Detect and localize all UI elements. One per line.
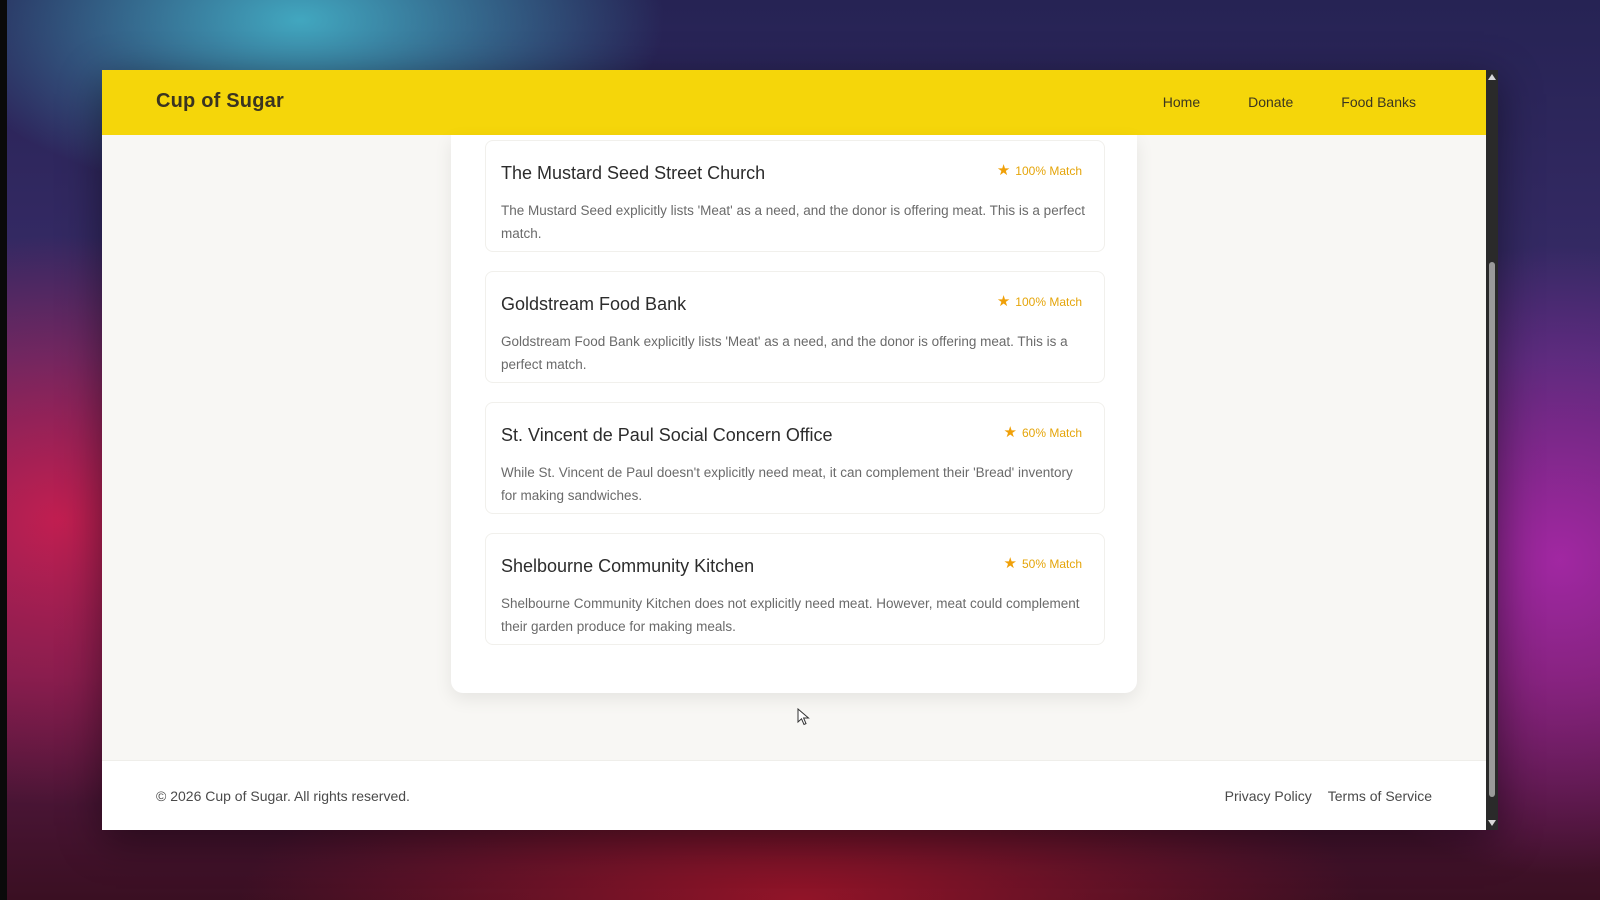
scroll-thumb[interactable]	[1489, 262, 1495, 797]
copyright-text: © 2026 Cup of Sugar. All rights reserved…	[156, 788, 410, 804]
main-content: The Mustard Seed Street Church ★ 100% Ma…	[102, 135, 1486, 830]
nav-donate-link[interactable]: Donate	[1248, 94, 1293, 110]
match-badge: ★ 60% Match	[1003, 424, 1082, 441]
food-bank-name: Goldstream Food Bank	[501, 294, 687, 314]
star-icon: ★	[996, 162, 1011, 179]
privacy-policy-link[interactable]: Privacy Policy	[1225, 788, 1312, 804]
food-bank-name: The Mustard Seed Street Church	[501, 163, 766, 183]
vertical-scrollbar[interactable]	[1486, 70, 1498, 830]
site-header: Cup of Sugar Home Donate Food Banks	[102, 70, 1486, 135]
match-card[interactable]: Goldstream Food Bank ★ 100% Match Goldst…	[485, 271, 1105, 383]
scroll-down-arrow-icon[interactable]	[1488, 820, 1496, 826]
match-description: Goldstream Food Bank explicitly lists 'M…	[501, 334, 1068, 372]
match-card[interactable]: Shelbourne Community Kitchen ★ 50% Match…	[485, 533, 1105, 645]
terms-of-service-link[interactable]: Terms of Service	[1328, 788, 1432, 804]
screen-edge	[0, 0, 7, 900]
match-results-panel: The Mustard Seed Street Church ★ 100% Ma…	[451, 135, 1137, 693]
site-footer: © 2026 Cup of Sugar. All rights reserved…	[102, 760, 1486, 830]
nav-food-banks-link[interactable]: Food Banks	[1341, 94, 1416, 110]
match-percentage: 100% Match	[1015, 295, 1082, 309]
nav-home-link[interactable]: Home	[1163, 94, 1200, 110]
match-card[interactable]: The Mustard Seed Street Church ★ 100% Ma…	[485, 140, 1105, 252]
match-card[interactable]: St. Vincent de Paul Social Concern Offic…	[485, 402, 1105, 514]
match-percentage: 50% Match	[1021, 557, 1082, 571]
match-percentage: 60% Match	[1021, 426, 1082, 440]
footer-links: Privacy Policy Terms of Service	[1225, 788, 1432, 804]
match-description: While St. Vincent de Paul doesn't explic…	[501, 465, 1073, 503]
star-icon: ★	[996, 293, 1011, 310]
site-logo[interactable]: Cup of Sugar	[156, 90, 284, 113]
scroll-up-arrow-icon[interactable]	[1488, 74, 1496, 80]
star-icon: ★	[1003, 424, 1017, 441]
main-nav: Home Donate Food Banks	[1163, 94, 1416, 110]
food-bank-name: St. Vincent de Paul Social Concern Offic…	[501, 425, 833, 445]
match-percentage: 100% Match	[1015, 164, 1082, 178]
match-badge: ★ 50% Match	[1003, 555, 1082, 572]
match-badge: ★ 100% Match	[996, 293, 1082, 310]
food-bank-name: Shelbourne Community Kitchen	[501, 556, 755, 576]
match-badge: ★ 100% Match	[996, 162, 1082, 179]
star-icon: ★	[1003, 555, 1017, 572]
match-description: The Mustard Seed explicitly lists 'Meat'…	[501, 203, 1085, 241]
match-description: Shelbourne Community Kitchen does not ex…	[501, 596, 1080, 634]
mouse-pointer-icon	[797, 708, 810, 726]
